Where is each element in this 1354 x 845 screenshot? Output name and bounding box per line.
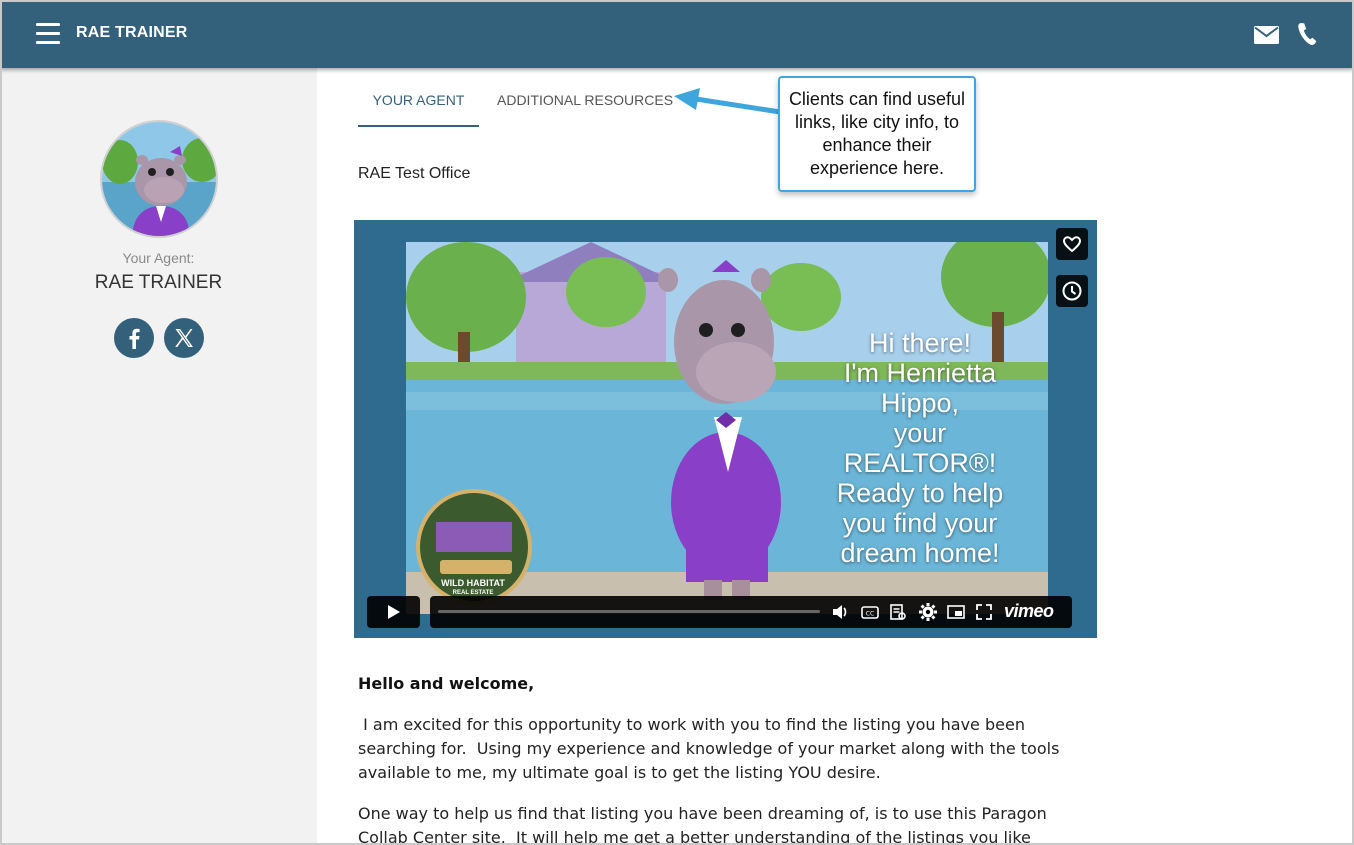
heart-icon (1062, 236, 1082, 253)
tab-your-agent[interactable]: YOUR AGENT (358, 92, 479, 127)
resources-callout: Clients can find useful links, like city… (778, 76, 976, 192)
wild-habitat-logo-text: WILD HABITAT REAL ESTATE (441, 578, 505, 596)
like-button[interactable] (1056, 228, 1088, 260)
vimeo-logo[interactable]: vimeo (1004, 601, 1054, 622)
phone-icon[interactable] (1296, 22, 1318, 46)
transcript-icon[interactable] (888, 602, 908, 622)
settings-gear-icon[interactable] (918, 602, 938, 622)
watch-later-button[interactable] (1056, 275, 1088, 307)
header-title: RAE TRAINER (76, 24, 188, 41)
hamburger-menu-icon[interactable] (36, 23, 60, 45)
top-header-bar: RAE TRAINER (0, 0, 1354, 68)
closed-captions-icon[interactable]: CC (860, 602, 880, 622)
intro-paragraph: I am excited for this opportunity to wor… (358, 715, 1065, 782)
office-name: RAE Test Office (358, 165, 471, 182)
agent-avatar (100, 120, 218, 238)
fullscreen-icon[interactable] (974, 602, 994, 622)
video-progress-bar[interactable] (438, 610, 820, 613)
facebook-icon (129, 328, 140, 349)
welcome-heading: Hello and welcome, (358, 674, 535, 693)
video-controls-bar: CC vimeo (430, 596, 1072, 628)
play-button[interactable] (367, 596, 420, 628)
envelope-icon[interactable] (1254, 26, 1279, 44)
picture-in-picture-icon[interactable] (946, 602, 966, 622)
volume-icon[interactable] (830, 602, 850, 622)
tab-additional-resources[interactable]: ADDITIONAL RESOURCES (497, 92, 673, 127)
svg-text:CC: CC (866, 611, 874, 618)
collab-paragraph: One way to help us find that listing you… (358, 804, 1052, 845)
callout-arrow-icon (674, 88, 781, 115)
agent-sidebar: Your Agent: RAE TRAINER (0, 68, 317, 845)
agent-name: RAE TRAINER (94, 272, 223, 293)
facebook-button[interactable] (114, 318, 154, 358)
play-icon (388, 605, 400, 619)
x-twitter-icon (175, 329, 193, 347)
agent-label: Your Agent: (122, 250, 195, 266)
video-overlay-text: Hi there! I'm Henrietta Hippo, your REAL… (836, 328, 1004, 568)
clock-icon (1062, 281, 1082, 301)
x-twitter-button[interactable] (164, 318, 204, 358)
